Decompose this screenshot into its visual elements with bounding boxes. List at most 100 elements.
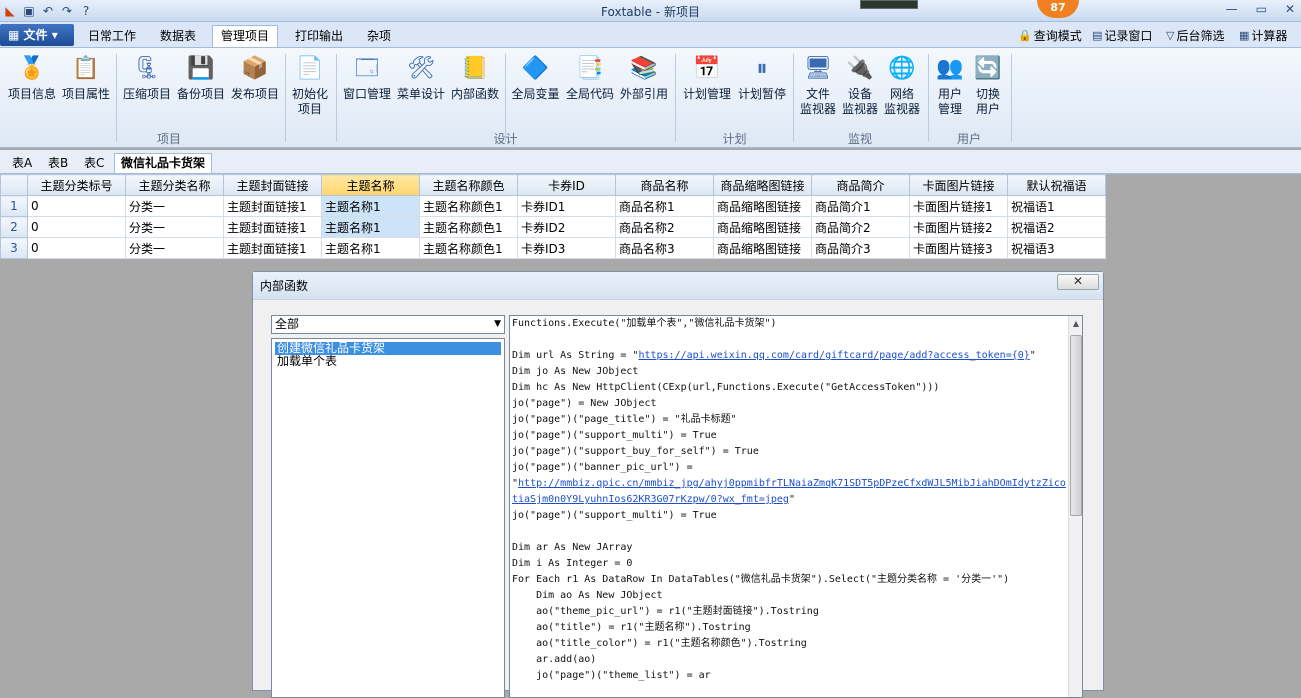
cell[interactable]: 祝福语3	[1007, 237, 1106, 259]
file-menu-button[interactable]: ▦ 文件 ▾	[0, 24, 74, 46]
cell-selected[interactable]: 主题名称1	[321, 216, 420, 238]
publish-project-button[interactable]: 📦 发布项目	[229, 54, 281, 102]
menu-design-button[interactable]: 🛠 菜单设计	[395, 54, 447, 102]
cell[interactable]: 卡面图片链接3	[909, 237, 1008, 259]
list-item[interactable]: 加载单个表	[275, 355, 501, 368]
scrollbar-thumb[interactable]	[1070, 335, 1082, 516]
vertical-scrollbar[interactable]: ▲	[1068, 316, 1082, 697]
internal-functions-button[interactable]: 📒 内部函数	[449, 54, 501, 102]
code-link[interactable]: https://api.weixin.qq.com/card/giftcard/…	[638, 350, 1029, 361]
code-line[interactable]: "http://mmbiz.qpic.cn/mmbiz_jpg/ahyj0ppm…	[510, 476, 1082, 492]
query-mode-button[interactable]: 🔒 查询模式	[1018, 27, 1082, 44]
cell[interactable]: 卡券ID2	[517, 216, 616, 238]
tab-manage-project[interactable]: 管理项目	[212, 25, 279, 47]
maximize-icon[interactable]: ▭	[1256, 2, 1267, 16]
code-line[interactable]: jo("page")("support_buy_for_self") = Tru…	[510, 444, 1082, 460]
cell[interactable]: 商品简介2	[811, 216, 910, 238]
cell[interactable]: 主题封面链接1	[223, 195, 322, 217]
global-variables-button[interactable]: 🔷 全局变量	[508, 54, 563, 102]
code-lines[interactable]: Functions.Execute("加载单个表","微信礼品卡货架") Dim …	[510, 316, 1082, 684]
cell[interactable]: 商品名称1	[615, 195, 714, 217]
file-monitor-button[interactable]: 🖥 文件 监视器	[796, 54, 840, 117]
column-header[interactable]: 卡面图片链接	[909, 174, 1008, 196]
tab-data-tables[interactable]: 数据表	[152, 26, 204, 48]
function-list[interactable]: 创建微信礼品卡货架 加载单个表	[271, 338, 505, 698]
project-info-button[interactable]: 🏅 项目信息	[6, 54, 58, 102]
code-line[interactable]: jo("page") = New JObject	[510, 396, 1082, 412]
cell[interactable]: 卡券ID3	[517, 237, 616, 259]
cell[interactable]: 商品名称2	[615, 216, 714, 238]
cell[interactable]: 商品简介1	[811, 195, 910, 217]
switch-user-button[interactable]: 🔄 切换 用户	[968, 54, 1008, 117]
sheet-tab-b[interactable]: 表B	[48, 154, 68, 174]
code-line[interactable]	[510, 524, 1082, 540]
cell[interactable]: 主题名称颜色1	[419, 216, 518, 238]
column-header[interactable]: 商品缩略图链接	[713, 174, 812, 196]
cell[interactable]: 分类一	[125, 195, 224, 217]
table-row[interactable]: 3 0 分类一 主题封面链接1 主题名称1 主题名称颜色1 卡券ID3 商品名称…	[0, 237, 1106, 259]
code-line[interactable]: For Each r1 As DataRow In DataTables("微信…	[510, 572, 1082, 588]
cell[interactable]: 卡面图片链接1	[909, 195, 1008, 217]
column-header[interactable]: 主题名称颜色	[419, 174, 518, 196]
column-header[interactable]: 商品名称	[615, 174, 714, 196]
window-manager-button[interactable]: 🗔 窗口管理	[340, 54, 394, 102]
code-link[interactable]: http://mmbiz.qpic.cn/mmbiz_jpg/ahyj0ppmi…	[518, 478, 1066, 489]
schedule-manager-button[interactable]: 📅 计划管理	[680, 54, 734, 102]
code-line[interactable]: ao("theme_pic_url") = r1("主题封面链接").Tostr…	[510, 604, 1082, 620]
cell[interactable]: 分类一	[125, 216, 224, 238]
minimize-icon[interactable]: —	[1226, 2, 1238, 16]
schedule-pause-button[interactable]: ⏸ 计划暂停	[735, 54, 789, 102]
global-code-button[interactable]: 📑 全局代码	[563, 54, 617, 102]
cell[interactable]: 主题封面链接1	[223, 237, 322, 259]
cell[interactable]: 祝福语2	[1007, 216, 1106, 238]
code-line[interactable]: ao("title") = r1("主题名称").Tostring	[510, 620, 1082, 636]
sheet-tab-wechat-gift-card[interactable]: 微信礼品卡货架	[114, 153, 213, 173]
tab-print-output[interactable]: 打印输出	[287, 26, 351, 48]
cell[interactable]: 主题封面链接1	[223, 216, 322, 238]
table-row[interactable]: 1 0 分类一 主题封面链接1 主题名称1 主题名称颜色1 卡券ID1 商品名称…	[0, 195, 1106, 217]
code-line[interactable]: jo("page")("theme_list") = ar	[510, 668, 1082, 684]
code-line[interactable]: Functions.Execute("加载单个表","微信礼品卡货架")	[510, 316, 1082, 332]
code-link[interactable]: tiaSjm0n0Y9LyuhnIos62KR3G07rKzpw/0?wx_fm…	[512, 494, 789, 505]
cell[interactable]: 商品缩略图链接	[713, 195, 812, 217]
cell[interactable]: 0	[27, 195, 126, 217]
tab-daily-work[interactable]: 日常工作	[80, 26, 144, 48]
scroll-up-icon[interactable]: ▲	[1069, 316, 1082, 332]
initialize-project-button[interactable]: 📄 初始化 项目	[288, 54, 332, 117]
cell[interactable]: 主题名称1	[321, 237, 420, 259]
code-line[interactable]: Dim ar As New JArray	[510, 540, 1082, 556]
cell[interactable]: 主题名称颜色1	[419, 237, 518, 259]
cell[interactable]: 祝福语1	[1007, 195, 1106, 217]
code-line[interactable]: tiaSjm0n0Y9LyuhnIos62KR3G07rKzpw/0?wx_fm…	[510, 492, 1082, 508]
background-filter-button[interactable]: ▽ 后台筛选	[1166, 27, 1224, 44]
column-header[interactable]: 卡券ID	[517, 174, 616, 196]
column-header[interactable]: 主题封面链接	[223, 174, 322, 196]
dialog-close-button[interactable]: ✕	[1057, 274, 1099, 290]
close-icon[interactable]: ✕	[1285, 2, 1295, 16]
compress-project-button[interactable]: 🗜 压缩项目	[121, 54, 173, 102]
external-references-button[interactable]: 📚 外部引用	[617, 54, 671, 102]
code-editor[interactable]: Functions.Execute("加载单个表","微信礼品卡货架") Dim …	[509, 315, 1083, 698]
chevron-down-icon[interactable]: ▼	[494, 316, 501, 333]
code-line[interactable]: Dim ao As New JObject	[510, 588, 1082, 604]
network-monitor-button[interactable]: 🌐 网络 监视器	[880, 54, 924, 117]
code-line[interactable]: Dim i As Integer = 0	[510, 556, 1082, 572]
code-line[interactable]	[510, 332, 1082, 348]
tab-misc[interactable]: 杂项	[359, 26, 399, 48]
sheet-tab-c[interactable]: 表C	[84, 154, 104, 174]
cell[interactable]: 商品缩略图链接	[713, 216, 812, 238]
code-line[interactable]: jo("page")("banner_pic_url") =	[510, 460, 1082, 476]
cell[interactable]: 卡面图片链接2	[909, 216, 1008, 238]
function-filter-select[interactable]: 全部 ▼	[271, 315, 505, 334]
backup-project-button[interactable]: 💾 备份项目	[175, 54, 227, 102]
cell[interactable]: 卡券ID1	[517, 195, 616, 217]
device-monitor-button[interactable]: 🔌 设备 监视器	[838, 54, 882, 117]
user-management-button[interactable]: 👥 用户 管理	[930, 54, 970, 117]
column-header[interactable]: 主题分类名称	[125, 174, 224, 196]
cell[interactable]: 主题名称颜色1	[419, 195, 518, 217]
row-number[interactable]: 1	[0, 195, 28, 217]
code-line[interactable]: jo("page")("support_multi") = True	[510, 508, 1082, 524]
table-row[interactable]: 2 0 分类一 主题封面链接1 主题名称1 主题名称颜色1 卡券ID2 商品名称…	[0, 216, 1106, 238]
column-header[interactable]: 默认祝福语	[1007, 174, 1106, 196]
code-line[interactable]: ao("title_color") = r1("主题名称颜色").Tostrin…	[510, 636, 1082, 652]
